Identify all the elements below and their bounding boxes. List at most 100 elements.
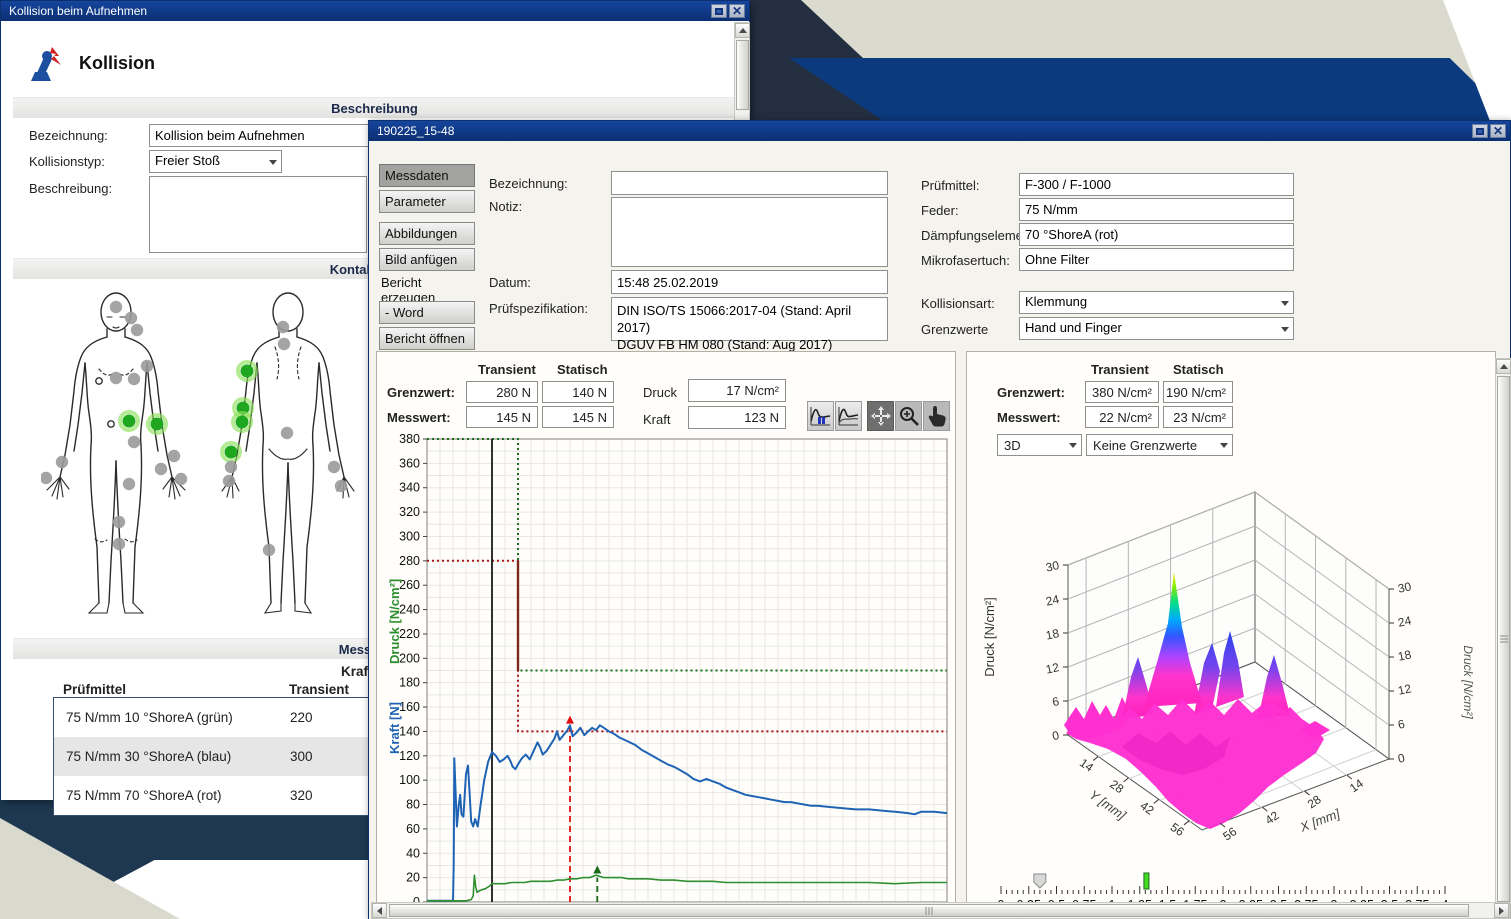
contact-dot-gray[interactable] (123, 478, 135, 490)
close-button[interactable]: ✕ (1490, 124, 1506, 138)
contact-dot-gray[interactable] (113, 538, 125, 550)
sidebar-item-messdaten[interactable]: Messdaten (379, 164, 475, 187)
svg-text:18: 18 (1044, 626, 1060, 643)
contact-dot-gray[interactable] (155, 463, 167, 475)
contact-dot-gray[interactable] (128, 373, 140, 385)
svg-text:Y [mm]: Y [mm] (1087, 787, 1129, 823)
grenzwerte-value: Hand und Finger (1025, 320, 1122, 335)
bezeichnung-input[interactable] (611, 171, 888, 195)
contact-dot-gray[interactable] (175, 473, 187, 485)
table-col-transient: Transient (289, 682, 349, 697)
contact-dot-gray[interactable] (328, 461, 340, 473)
pruefspezifikation-label: Prüfspezifikation: (489, 301, 588, 316)
svg-text:12: 12 (1397, 681, 1413, 698)
table-col-pruefmittel: Prüfmittel (63, 682, 126, 697)
contact-dot-green[interactable] (225, 446, 238, 459)
contact-dot-gray[interactable] (125, 312, 137, 324)
contact-dot-gray[interactable] (225, 461, 237, 473)
mikrofasertuch-input[interactable] (1019, 248, 1294, 271)
feder-input[interactable] (1019, 198, 1294, 221)
maximize-button[interactable] (711, 4, 727, 18)
view-mode-value: 3D (1004, 438, 1021, 453)
svg-text:40: 40 (406, 846, 420, 860)
contact-dot-gray[interactable] (110, 301, 122, 313)
pan-move-icon[interactable] (867, 401, 894, 431)
grenzlinien-select[interactable]: Keine Grenzwerte (1086, 434, 1233, 456)
curve-dual-icon[interactable] (835, 401, 862, 431)
col-statisch: Statisch (1173, 362, 1224, 377)
druck-value-box: 17 N/cm² (688, 379, 786, 402)
scrollbar-thumb[interactable] (389, 904, 1469, 917)
scroll-left-icon[interactable] (372, 903, 387, 918)
sidebar-item--word[interactable]: - Word (379, 301, 475, 324)
contact-dot-gray[interactable] (281, 427, 293, 439)
contact-dot-gray[interactable] (113, 516, 125, 528)
sidebar-item-bericht-erzeugen: Bericht erzeugen (379, 280, 475, 300)
contact-dot-green[interactable] (151, 418, 164, 431)
sidebar-item-parameter[interactable]: Parameter (379, 190, 475, 213)
view-mode-select[interactable]: 3D (997, 434, 1082, 456)
messwert-transient-box: 145 N (466, 406, 538, 428)
contact-dot-gray[interactable] (277, 321, 289, 333)
feder-label: Feder: (921, 203, 959, 218)
contact-dot-green[interactable] (241, 365, 254, 378)
beschreibung-textarea[interactable] (149, 176, 367, 253)
zoom-icon[interactable] (895, 401, 922, 431)
contact-dot-gray[interactable] (128, 436, 140, 448)
svg-text:260: 260 (399, 578, 420, 592)
kollisionstyp-select[interactable]: Freier Stoß (149, 150, 282, 173)
app-logo-robot-arm-icon (25, 45, 69, 85)
contact-dot-green[interactable] (123, 415, 136, 428)
svg-text:Druck [N/cm²]: Druck [N/cm²] (982, 597, 997, 676)
sidebar-item-bericht-ffnen[interactable]: Bericht öffnen (379, 327, 475, 350)
window1-titlebar[interactable]: Kollision beim Aufnehmen ✕ (1, 1, 749, 21)
scroll-up-icon[interactable] (1496, 359, 1511, 374)
contact-dot-ring[interactable] (96, 378, 102, 384)
scrollbar-thumb[interactable] (1497, 376, 1510, 902)
window2-hscrollbar[interactable] (371, 902, 1510, 919)
window2-titlebar[interactable]: 190225_15-48 ✕ (369, 121, 1510, 141)
svg-text:80: 80 (406, 798, 420, 812)
window-messung: 190225_15-48 ✕ Messdaten Parameter Abbildu… (368, 120, 1511, 919)
scroll-right-icon[interactable] (1494, 903, 1509, 918)
contact-dot-gray[interactable] (131, 324, 143, 336)
close-button[interactable]: ✕ (729, 4, 745, 18)
maximize-button[interactable] (1472, 124, 1488, 138)
contact-dot-gray[interactable] (223, 475, 235, 487)
contact-dot-gray[interactable] (56, 456, 68, 468)
pruefmittel-input[interactable] (1019, 173, 1294, 196)
scroll-up-icon[interactable] (735, 23, 750, 38)
kollisionsart-select[interactable]: Klemmung (1019, 291, 1294, 314)
hand-pointer-icon[interactable] (923, 401, 950, 431)
body-map-front[interactable] (41, 287, 201, 619)
contact-dot-gray[interactable] (278, 338, 290, 350)
grenzwerte-select[interactable]: Hand und Finger (1019, 317, 1294, 340)
contact-dot-green[interactable] (236, 416, 249, 429)
sidebar-item-abbildungen[interactable]: Abbildungen (379, 222, 475, 245)
messwert-statisch-box: 23 N/cm² (1163, 406, 1233, 428)
contact-dot-gray[interactable] (141, 360, 153, 372)
kollisionsart-label: Kollisionsart: (921, 296, 995, 311)
curve-pause-icon[interactable] (807, 401, 834, 431)
slider-thumb[interactable] (1034, 874, 1046, 888)
notiz-textarea[interactable] (611, 197, 888, 267)
contact-dot-gray[interactable] (168, 450, 180, 462)
svg-text:180: 180 (399, 676, 420, 690)
window2-vscrollbar[interactable] (1495, 358, 1511, 919)
sidebar-item-bild-anf-gen[interactable]: Bild anfügen (379, 248, 475, 271)
pruefspezifikation-box[interactable]: DIN ISO/TS 15066:2017-04 (Stand: April 2… (611, 297, 888, 341)
daempfungselement-input[interactable] (1019, 223, 1294, 246)
contact-dot-gray[interactable] (263, 544, 275, 556)
contact-dot-gray[interactable] (335, 480, 347, 492)
pressure-3d-surface-chart[interactable]: 006612121818242430301428425614284256Y [m… (972, 457, 1492, 877)
force-time-chart[interactable]: 0204060801001201401601802002202402602803… (385, 434, 955, 919)
contact-dot-gray[interactable] (110, 372, 122, 384)
slider-time-marker[interactable] (1144, 873, 1149, 889)
datum-input[interactable] (611, 270, 888, 294)
scrollbar-thumb[interactable] (736, 40, 749, 110)
contact-dot-ring[interactable] (108, 421, 114, 427)
messwert-label: Messwert: (387, 410, 451, 425)
messwert-statisch-box: 145 N (542, 406, 614, 428)
contact-dot-gray[interactable] (41, 472, 52, 484)
body-map-back[interactable] (213, 287, 373, 619)
